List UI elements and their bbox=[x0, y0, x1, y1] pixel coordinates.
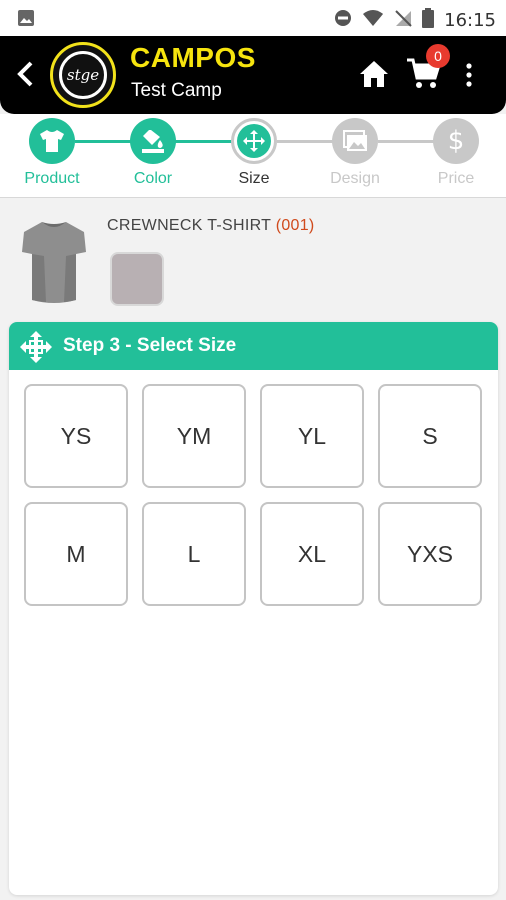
size-option-yl[interactable]: YL bbox=[260, 384, 364, 488]
size-option-xl[interactable]: XL bbox=[260, 502, 364, 606]
step-label: Price bbox=[437, 170, 475, 187]
move-arrows-icon bbox=[19, 330, 53, 364]
step-label: Size bbox=[238, 170, 270, 187]
step-label: Product bbox=[24, 170, 80, 187]
no-signal-icon bbox=[394, 9, 412, 32]
camp-name: Test Camp bbox=[131, 80, 222, 101]
step-color[interactable]: Color bbox=[103, 118, 203, 188]
product-image bbox=[18, 216, 90, 306]
status-bar: 16:15 bbox=[0, 0, 506, 36]
app-title: CAMPOS bbox=[130, 42, 256, 73]
tshirt-icon bbox=[29, 118, 75, 164]
color-swatch[interactable] bbox=[110, 252, 164, 306]
clock: 16:15 bbox=[444, 10, 496, 31]
step-size[interactable]: Size bbox=[204, 118, 304, 188]
paint-bucket-icon bbox=[130, 118, 176, 164]
dollar-icon: $ bbox=[433, 118, 479, 164]
size-option-l[interactable]: L bbox=[142, 502, 246, 606]
home-icon[interactable] bbox=[358, 58, 390, 90]
product-code: (001) bbox=[275, 217, 315, 234]
section-header: Step 3 - Select Size bbox=[9, 322, 498, 370]
back-arrow-icon[interactable] bbox=[14, 60, 38, 88]
battery-icon bbox=[422, 8, 435, 33]
size-selection-card: Step 3 - Select Size YS YM YL S M L XL Y… bbox=[9, 322, 498, 895]
divider bbox=[0, 197, 506, 198]
step-label: Design bbox=[330, 170, 380, 187]
image-icon bbox=[332, 118, 378, 164]
section-title: Step 3 - Select Size bbox=[63, 335, 237, 356]
cart-count-badge: 0 bbox=[426, 44, 450, 68]
step-design[interactable]: Design bbox=[305, 118, 405, 188]
do-not-disturb-icon bbox=[334, 9, 352, 32]
app-header: stge CAMPOS Test Camp 0 bbox=[0, 36, 506, 114]
product-name: CREWNECK T-SHIRT (001) bbox=[107, 217, 315, 234]
gallery-notification-icon bbox=[17, 9, 35, 32]
overflow-menu-icon[interactable] bbox=[462, 62, 476, 88]
move-arrows-icon bbox=[231, 118, 277, 164]
wifi-icon bbox=[362, 9, 384, 32]
size-option-m[interactable]: M bbox=[24, 502, 128, 606]
size-option-ys[interactable]: YS bbox=[24, 384, 128, 488]
step-price[interactable]: $ Price bbox=[406, 118, 506, 188]
step-label: Color bbox=[133, 170, 173, 187]
size-option-ym[interactable]: YM bbox=[142, 384, 246, 488]
step-product[interactable]: Product bbox=[2, 118, 102, 188]
brand-logo: stge bbox=[50, 42, 116, 108]
size-option-yxs[interactable]: YXS bbox=[378, 502, 482, 606]
size-option-s[interactable]: S bbox=[378, 384, 482, 488]
